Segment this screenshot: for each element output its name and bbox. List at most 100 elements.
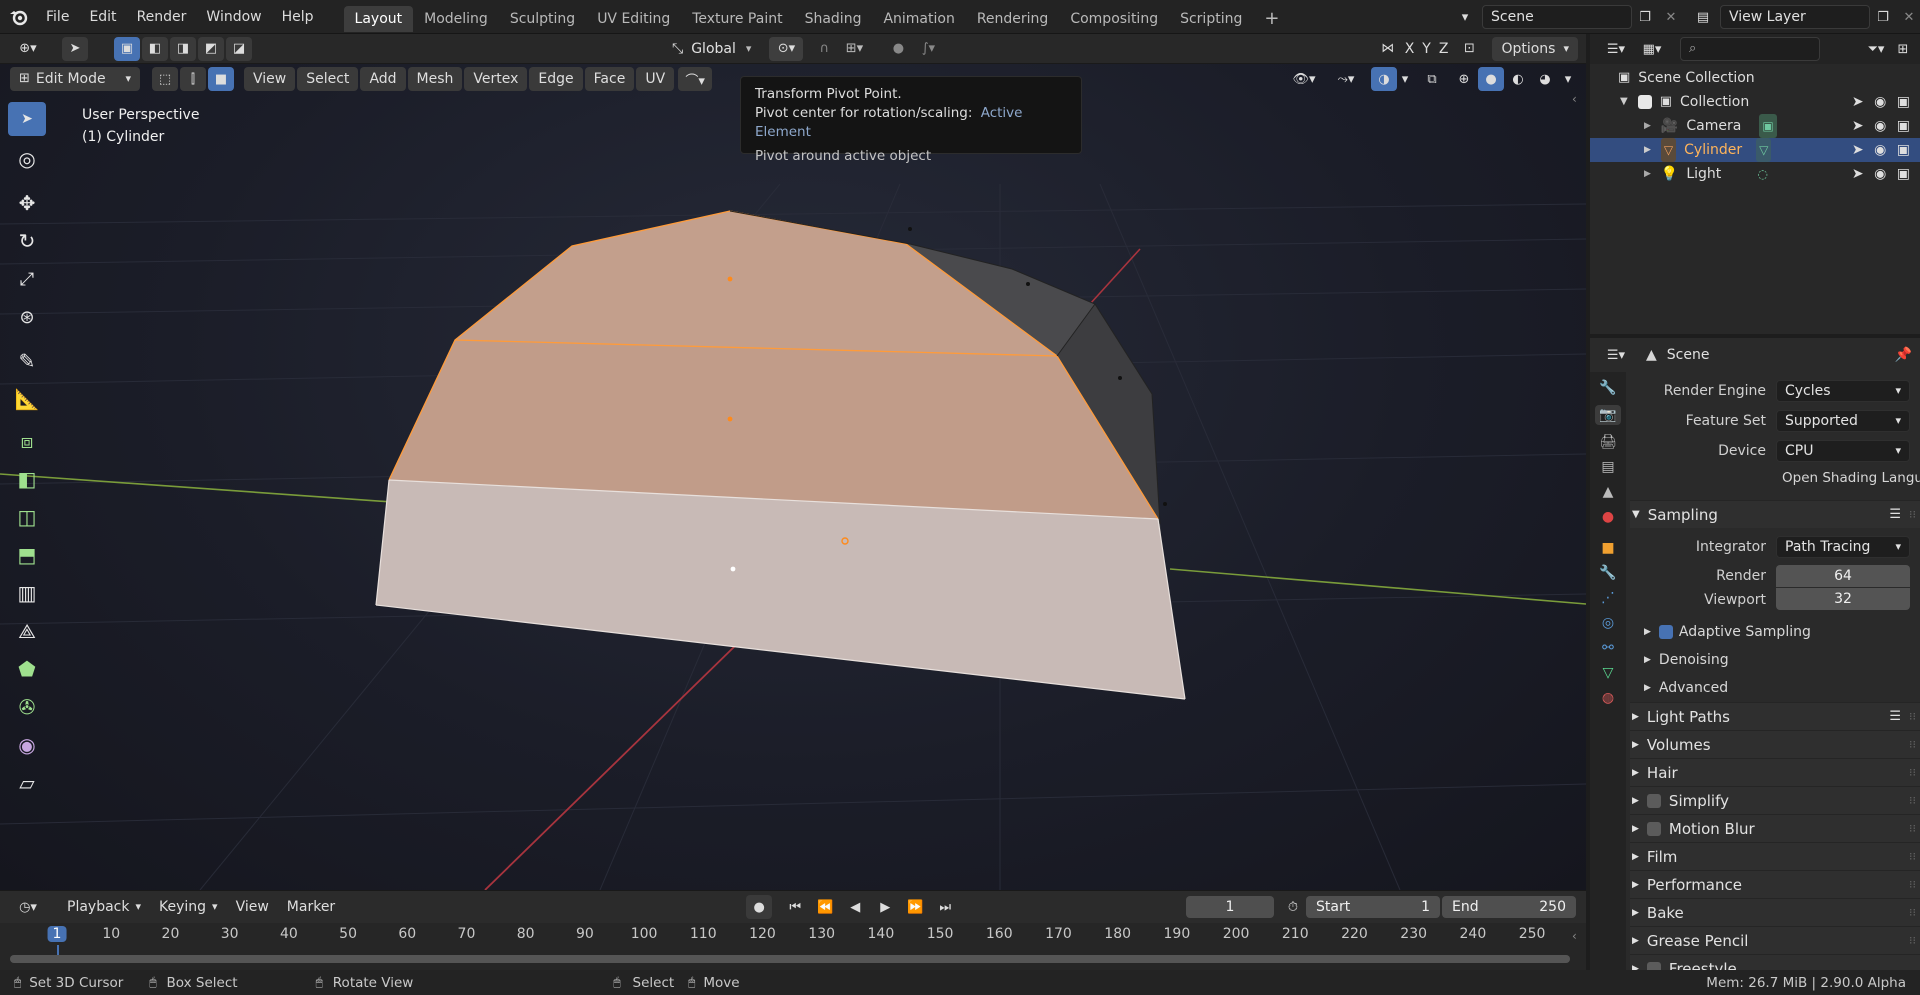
annotate-tool-button[interactable]: ✎ [8, 344, 46, 378]
record-icon[interactable]: ● [746, 895, 773, 919]
light-data-icon[interactable]: ◌ [1757, 162, 1767, 186]
expand-arrow-icon[interactable]: ▶ [1644, 138, 1651, 162]
outliner-item-light[interactable]: ▶ 💡 Light ◌ ➤ ◉ ▣ [1590, 162, 1920, 186]
edge-slide-tool-button[interactable]: ▱ [8, 766, 46, 800]
camera-render-icon[interactable]: ▣ [1897, 94, 1910, 110]
smooth-tool-button[interactable]: ◉ [8, 728, 46, 762]
section-light-paths[interactable]: ▶ Light Paths ☰ ⁝⁝ [1630, 702, 1920, 730]
view-layer-tab-icon[interactable]: ▤ [1601, 459, 1614, 475]
scale-tool-button[interactable]: ⤢ [8, 262, 46, 296]
sidebar-toggle-icon[interactable]: ‹ [1572, 92, 1577, 106]
presets-list-icon[interactable]: ☰ [1889, 703, 1901, 731]
section-film[interactable]: ▶ Film ⁝⁝ [1630, 842, 1920, 870]
start-frame-field[interactable]: Start 1 [1306, 896, 1440, 918]
pin-icon[interactable]: 📌 [1895, 347, 1912, 363]
add-workspace-button[interactable]: + [1253, 6, 1290, 32]
collection-include-checkbox[interactable] [1637, 95, 1652, 109]
select-tool-icon[interactable]: ➤ [62, 36, 88, 61]
render-engine-dropdown[interactable]: Cycles ▾ [1776, 380, 1910, 402]
editor-type-icon[interactable]: ⊕▾ [8, 37, 48, 61]
presets-list-icon[interactable]: ☰ [1889, 501, 1901, 529]
subsection-denoising[interactable]: ▶ Denoising [1630, 646, 1920, 674]
camera-render-icon[interactable]: ▣ [1897, 166, 1910, 182]
timeline-scrollbar[interactable] [10, 955, 1570, 963]
motion-blur-checkbox[interactable] [1646, 821, 1661, 836]
wireframe-shading-icon[interactable]: ⊕ [1451, 67, 1477, 91]
overlay-dropdown-icon[interactable]: ▾ [1397, 67, 1413, 91]
auto-merge-icon[interactable]: ⊡ [1456, 37, 1482, 61]
timeline-editor-icon[interactable]: ◷▾ [10, 895, 46, 919]
menu-render[interactable]: Render [127, 0, 197, 34]
move-tool-button[interactable]: ✥ [8, 186, 46, 220]
gizmo-icon[interactable]: ⤳▾ [1327, 67, 1365, 91]
3d-viewport[interactable]: User Perspective (1) Cylinder ➤ ◎ ✥ ↻ ⤢ … [0, 64, 1586, 890]
camera-render-icon[interactable]: ▣ [1897, 142, 1910, 158]
filter-icon[interactable]: ⏷▾ [1858, 37, 1894, 61]
uv-sync-icon[interactable]: ⌒▾ [678, 67, 713, 91]
mirror-icon[interactable]: ⋈ [1375, 37, 1401, 61]
mesh-data-icon[interactable]: ▽ [1756, 138, 1772, 162]
device-dropdown[interactable]: CPU ▾ [1776, 440, 1910, 462]
select-intersect-icon[interactable]: ◪ [226, 36, 252, 61]
edge-select-icon[interactable]: ⫿ [180, 67, 206, 91]
menu-edit[interactable]: Edit [79, 0, 126, 34]
mirror-x-toggle[interactable]: X [1401, 37, 1419, 61]
expand-arrow-icon[interactable]: ▶ [1644, 114, 1651, 138]
tab-shading[interactable]: Shading [794, 6, 873, 32]
viewport-samples-field[interactable]: 32 [1776, 588, 1910, 610]
tool-tab-icon[interactable]: 🔧 [1599, 380, 1616, 396]
playback-menu[interactable]: Playback ▾ [58, 895, 150, 919]
outliner-collection[interactable]: ▼ ▣ Collection ➤ ◉ ▣ [1590, 90, 1920, 114]
face-select-icon[interactable]: ■ [208, 67, 234, 91]
solid-shading-icon[interactable]: ● [1478, 67, 1504, 91]
subsection-adaptive-sampling[interactable]: ▶ Adaptive Sampling [1630, 618, 1920, 646]
drag-handle-icon[interactable]: ⁝⁝ [1909, 787, 1916, 815]
xray-icon[interactable]: ⧉ [1419, 67, 1445, 91]
world-tab-icon[interactable]: ● [1602, 509, 1614, 525]
select-toggle-icon[interactable]: ➤ [1852, 94, 1864, 110]
camera-data-icon[interactable]: ▣ [1759, 114, 1777, 138]
new-view-layer-icon[interactable]: ❐ [1870, 5, 1896, 29]
inset-tool-button[interactable]: ◫ [8, 500, 46, 534]
options-dropdown[interactable]: Options ▾ [1492, 36, 1578, 61]
scene-name-field[interactable]: Scene [1482, 5, 1632, 29]
render-samples-field[interactable]: 64 [1776, 565, 1910, 587]
properties-editor-icon[interactable]: ☰▾ [1598, 343, 1634, 367]
expand-arrow-icon[interactable]: ▶ [1644, 162, 1651, 186]
jump-keyframe-back-icon[interactable]: ⏪ [812, 895, 838, 919]
drag-handle-icon[interactable]: ⁝⁝ [1909, 871, 1916, 899]
outliner-item-cylinder[interactable]: ▶ ▽ Cylinder ▽ ➤ ◉ ▣ [1590, 138, 1920, 162]
freestyle-checkbox[interactable] [1646, 961, 1661, 970]
timeline-view-menu[interactable]: View [227, 895, 278, 919]
mirror-z-toggle[interactable]: Z [1435, 37, 1453, 61]
section-sampling[interactable]: ▼ Sampling ☰ ⁝⁝ [1630, 500, 1920, 528]
end-frame-field[interactable]: End 250 [1442, 896, 1576, 918]
select-invert-icon[interactable]: ◩ [198, 36, 224, 61]
outliner-item-camera[interactable]: ▶ 🎥 Camera ▣ ➤ ◉ ▣ [1590, 114, 1920, 138]
menu-file[interactable]: File [36, 0, 79, 34]
tab-texture-paint[interactable]: Texture Paint [681, 6, 793, 32]
mode-dropdown[interactable]: ⊞ Edit Mode ▾ [10, 67, 140, 91]
play-reverse-icon[interactable]: ◀ [842, 895, 868, 919]
select-toggle-icon[interactable]: ➤ [1852, 142, 1864, 158]
menu-face[interactable]: Face [584, 67, 635, 91]
jump-end-icon[interactable]: ⏭ [932, 895, 958, 919]
drag-handle-icon[interactable]: ⁝⁝ [1909, 731, 1916, 759]
render-tab-icon[interactable]: 📷 [1595, 405, 1621, 425]
eye-icon[interactable]: ◉ [1874, 142, 1886, 158]
data-tab-icon[interactable]: ▽ [1603, 665, 1614, 681]
drag-handle-icon[interactable]: ⁝⁝ [1909, 843, 1916, 871]
menu-window[interactable]: Window [196, 0, 271, 34]
new-scene-icon[interactable]: ❐ [1632, 5, 1658, 29]
tab-animation[interactable]: Animation [872, 6, 965, 32]
sidebar-toggle-icon[interactable]: ‹ [1572, 929, 1577, 943]
section-freestyle[interactable]: ▶ Freestyle [1630, 954, 1920, 970]
select-new-icon[interactable]: ▣ [114, 36, 140, 61]
stopwatch-icon[interactable]: ⏱ [1280, 895, 1306, 919]
drag-handle-icon[interactable]: ⁝⁝ [1909, 899, 1916, 927]
knife-tool-button[interactable]: ⟁ [8, 614, 46, 648]
particles-tab-icon[interactable]: ⋰ [1601, 590, 1615, 606]
scene-tab-icon[interactable]: ▲ [1603, 484, 1614, 500]
drag-handle-icon[interactable]: ⁝⁝ [1909, 703, 1916, 731]
eye-icon[interactable]: ◉ [1874, 166, 1886, 182]
